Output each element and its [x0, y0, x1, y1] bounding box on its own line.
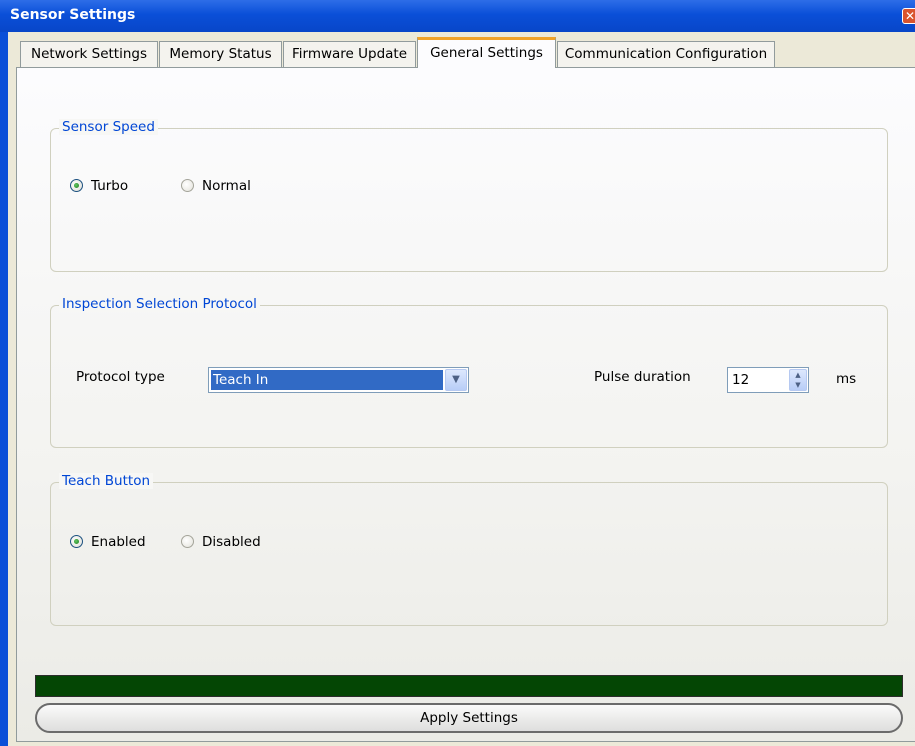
pulse-unit-label: ms — [836, 371, 857, 387]
radio-turbo[interactable]: Turbo — [70, 178, 128, 194]
progress-bar — [35, 675, 903, 697]
sensor-speed-group: Sensor Speed — [50, 119, 888, 272]
window-frame — [0, 32, 8, 746]
window-title: Sensor Settings — [10, 7, 136, 23]
sensor-settings-window: Sensor Settings ✕ Network Settings Memor… — [0, 0, 915, 746]
radio-selected-icon — [70, 535, 83, 548]
radio-enabled[interactable]: Enabled — [70, 534, 146, 550]
radio-unselected-icon — [181, 179, 194, 192]
protocol-type-value: Teach In — [211, 370, 443, 390]
close-icon[interactable]: ✕ — [902, 8, 915, 24]
title-bar: Sensor Settings ✕ — [0, 0, 915, 32]
teach-button-title: Teach Button — [59, 473, 154, 489]
pulse-duration-label: Pulse duration — [594, 369, 691, 385]
pulse-duration-value[interactable]: 12 — [732, 372, 749, 388]
teach-button-group: Teach Button — [50, 473, 888, 626]
radio-normal-label: Normal — [202, 178, 251, 194]
tab-general-settings[interactable]: General Settings — [417, 37, 556, 68]
radio-selected-icon — [70, 179, 83, 192]
pulse-duration-stepper[interactable]: 12 ▲ ▼ — [727, 367, 809, 393]
radio-disabled-label: Disabled — [202, 534, 261, 550]
protocol-type-select[interactable]: Teach In ▼ — [208, 367, 469, 393]
tab-communication-configuration[interactable]: Communication Configuration — [557, 41, 775, 67]
radio-disabled[interactable]: Disabled — [181, 534, 261, 550]
stepper-buttons: ▲ ▼ — [789, 369, 807, 391]
radio-enabled-label: Enabled — [91, 534, 146, 550]
tab-memory-status[interactable]: Memory Status — [159, 41, 282, 67]
sensor-speed-title: Sensor Speed — [59, 119, 158, 135]
radio-turbo-label: Turbo — [91, 178, 129, 194]
chevron-down-icon[interactable]: ▼ — [445, 369, 467, 391]
spin-down-icon[interactable]: ▼ — [790, 380, 806, 390]
tab-firmware-update[interactable]: Firmware Update — [283, 41, 416, 67]
inspection-protocol-title: Inspection Selection Protocol — [59, 296, 260, 312]
spin-up-icon[interactable]: ▲ — [790, 370, 806, 380]
apply-settings-button[interactable]: Apply Settings — [35, 703, 903, 733]
protocol-type-label: Protocol type — [76, 369, 165, 385]
radio-unselected-icon — [181, 535, 194, 548]
tab-network-settings[interactable]: Network Settings — [20, 41, 158, 67]
radio-normal[interactable]: Normal — [181, 178, 251, 194]
